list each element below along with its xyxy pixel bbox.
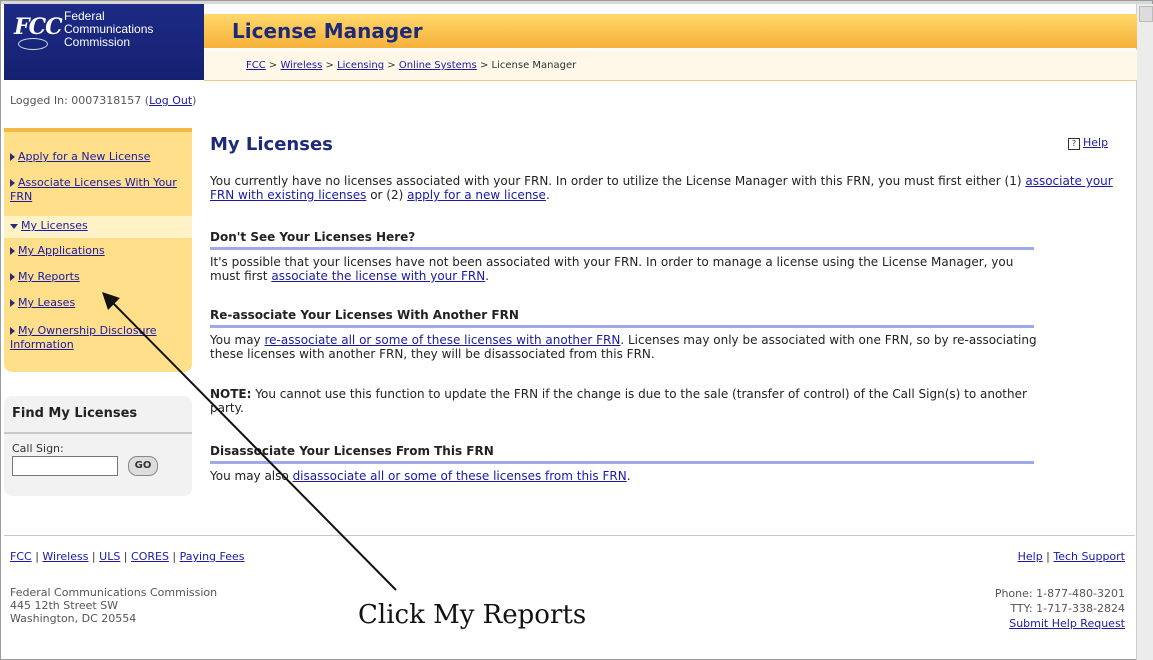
- help-label[interactable]: Help: [1083, 136, 1108, 149]
- footer-link-paying-fees[interactable]: Paying Fees: [180, 550, 245, 563]
- footer-link-wireless[interactable]: Wireless: [42, 550, 88, 563]
- sidebar-item-label[interactable]: Apply for a New License: [18, 150, 150, 163]
- page-app-title: License Manager: [232, 19, 423, 43]
- paragraph-text: You may also: [210, 469, 293, 483]
- paragraph-text: .: [626, 469, 631, 483]
- sidebar-item-label[interactable]: My Licenses: [21, 219, 88, 232]
- sidebar-item-ownership[interactable]: My Ownership Disclosure Information: [10, 324, 188, 352]
- divider: [4, 432, 192, 434]
- breadcrumb-link-fcc[interactable]: FCC: [246, 60, 266, 71]
- note-text: You cannot use this function to update t…: [210, 387, 1027, 415]
- phone-number: Phone: 1-877-480-3201: [994, 587, 1125, 600]
- sidebar-item-label[interactable]: My Leases: [18, 296, 75, 309]
- intro-text: or (2): [366, 188, 408, 202]
- title-bar: License Manager: [204, 14, 1137, 48]
- paragraph-text: .: [485, 269, 490, 283]
- sidebar-nav: Apply for a New License Associate Licens…: [4, 128, 192, 372]
- note-paragraph: NOTE: You cannot use this function to up…: [210, 387, 1040, 415]
- logged-in-label: Logged In: 0007318157 (: [10, 94, 150, 107]
- seal-icon: [18, 38, 48, 50]
- footer-support-links: Help | Tech Support: [1017, 550, 1125, 563]
- arrow-right-icon: [10, 247, 15, 255]
- logout-link[interactable]: Log Out: [149, 94, 192, 107]
- go-button[interactable]: GO: [128, 456, 158, 476]
- sidebar-item-my-reports[interactable]: My Reports: [10, 270, 188, 284]
- paragraph-text: You may: [210, 333, 265, 347]
- sidebar-item-associate[interactable]: Associate Licenses With Your FRN: [10, 176, 188, 204]
- footer-link-uls[interactable]: ULS: [99, 550, 120, 563]
- sidebar-item-label[interactable]: My Ownership Disclosure Information: [10, 324, 157, 351]
- section-heading: Re-associate Your Licenses With Another …: [210, 308, 1034, 328]
- disassociate-licenses-link[interactable]: disassociate all or some of these licens…: [293, 469, 627, 483]
- logo-text: Federal Communications Commission: [64, 10, 153, 49]
- breadcrumb-link-online-systems[interactable]: Online Systems: [399, 60, 477, 71]
- arrow-right-icon: [10, 153, 15, 161]
- help-icon: ?: [1068, 138, 1080, 150]
- find-licenses-panel: Find My Licenses Call Sign: GO: [4, 396, 192, 496]
- breadcrumb-link-wireless[interactable]: Wireless: [280, 60, 322, 71]
- section-paragraph: It's possible that your licenses have no…: [210, 255, 1040, 283]
- sidebar-item-my-leases[interactable]: My Leases: [10, 296, 188, 310]
- address-line: Washington, DC 20554: [10, 612, 137, 625]
- logged-in-status: Logged In: 0007318157 (Log Out): [10, 94, 196, 107]
- section-heading: Disassociate Your Licenses From This FRN: [210, 444, 1034, 464]
- fcc-logo[interactable]: FCC Federal Communications Commission: [4, 4, 204, 80]
- logged-in-suffix: ): [192, 94, 197, 107]
- address-line: 445 12th Street SW: [10, 599, 119, 612]
- submit-help-request-link[interactable]: Submit Help Request: [1009, 617, 1125, 630]
- associate-license-link[interactable]: associate the license with your FRN: [271, 269, 485, 283]
- arrow-right-icon: [10, 327, 15, 335]
- footer-links: FCC | Wireless | ULS | CORES | Paying Fe…: [10, 550, 245, 563]
- intro-text: .: [545, 188, 550, 202]
- footer-link-help[interactable]: Help: [1018, 550, 1043, 563]
- note-label: NOTE:: [210, 387, 252, 401]
- arrow-right-icon: [10, 299, 15, 307]
- annotation-text: Click My Reports: [358, 600, 587, 630]
- page-title: My Licenses: [210, 134, 333, 155]
- footer-link-cores[interactable]: CORES: [131, 550, 169, 563]
- logo-mark: FCC: [14, 14, 63, 40]
- sidebar-item-my-applications[interactable]: My Applications: [10, 244, 188, 258]
- breadcrumb: FCC > Wireless > Licensing > Online Syst…: [246, 60, 577, 71]
- footer-address: Federal Communications Commission 445 12…: [10, 586, 217, 625]
- arrow-right-icon: [10, 273, 15, 281]
- breadcrumb-link-licensing[interactable]: Licensing: [337, 60, 384, 71]
- address-line: Federal Communications Commission: [10, 586, 218, 599]
- breadcrumb-current: License Manager: [491, 60, 577, 71]
- arrow-down-icon: [10, 223, 18, 229]
- section-paragraph: You may re-associate all or some of thes…: [210, 333, 1040, 361]
- help-link[interactable]: ? Help: [1068, 136, 1108, 150]
- logo-line: Commission: [64, 35, 131, 49]
- call-sign-label: Call Sign:: [12, 442, 64, 455]
- find-panel-title: Find My Licenses: [12, 406, 138, 421]
- footer-divider: [4, 535, 1135, 536]
- call-sign-input[interactable]: [12, 456, 118, 476]
- sidebar-item-label[interactable]: My Applications: [18, 244, 105, 257]
- intro-paragraph: You currently have no licenses associate…: [210, 174, 1130, 202]
- section-heading: Don't See Your Licenses Here?: [210, 230, 1034, 250]
- footer-link-tech-support[interactable]: Tech Support: [1053, 550, 1125, 563]
- footer-contact: Phone: 1-877-480-3201 TTY: 1-717-338-282…: [995, 586, 1125, 631]
- arrow-right-icon: [10, 179, 15, 187]
- sidebar-item-label[interactable]: My Reports: [18, 270, 80, 283]
- apply-new-license-link[interactable]: apply for a new license: [407, 188, 546, 202]
- reassociate-licenses-link[interactable]: re-associate all or some of these licens…: [264, 333, 620, 347]
- section-paragraph: You may also disassociate all or some of…: [210, 469, 1040, 483]
- intro-text: You currently have no licenses associate…: [210, 174, 1026, 188]
- sidebar-item-my-licenses[interactable]: My Licenses: [4, 216, 192, 238]
- sidebar-item-label[interactable]: Associate Licenses With Your FRN: [10, 176, 177, 203]
- vertical-scrollbar[interactable]: [1136, 4, 1153, 660]
- breadcrumb-bar: FCC > Wireless > Licensing > Online Syst…: [204, 50, 1137, 81]
- tty-number: TTY: 1-717-338-2824: [1010, 602, 1125, 615]
- scroll-up-button[interactable]: [1139, 6, 1153, 22]
- footer-link-fcc[interactable]: FCC: [10, 550, 32, 563]
- sidebar-item-apply[interactable]: Apply for a New License: [10, 150, 188, 164]
